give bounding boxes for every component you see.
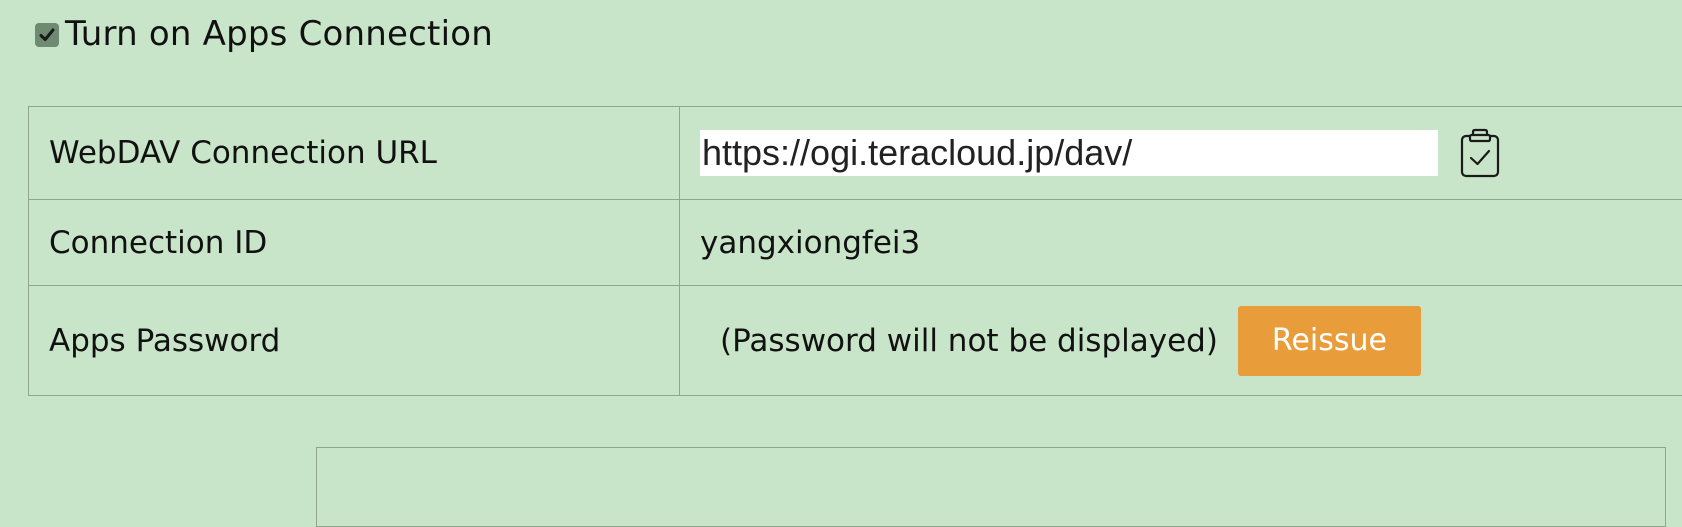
apps-password-cell: (Password will not be displayed) Reissue [680,286,1682,396]
connection-settings-table: WebDAV Connection URL Connection ID yang… [28,106,1682,396]
apps-password-label: Apps Password [29,286,680,396]
connection-id-value: yangxiongfei3 [680,200,1682,286]
copy-url-button[interactable] [1458,126,1502,180]
reissue-button[interactable]: Reissue [1238,306,1421,376]
apps-connection-toggle[interactable]: Turn on Apps Connection [35,14,493,54]
webdav-url-cell [680,107,1682,200]
webdav-url-label: WebDAV Connection URL [29,107,680,200]
lower-panel [316,447,1666,527]
webdav-url-row: WebDAV Connection URL [29,107,1682,200]
apps-password-row: Apps Password (Password will not be disp… [29,286,1682,396]
apps-connection-checkbox[interactable] [35,23,59,47]
checkmark-icon [38,26,56,44]
webdav-url-field[interactable] [700,130,1438,176]
connection-id-label: Connection ID [29,200,680,286]
connection-id-row: Connection ID yangxiongfei3 [29,200,1682,286]
password-hidden-note: (Password will not be displayed) [720,323,1218,359]
clipboard-check-icon [1459,127,1501,179]
apps-connection-label[interactable]: Turn on Apps Connection [65,14,493,54]
